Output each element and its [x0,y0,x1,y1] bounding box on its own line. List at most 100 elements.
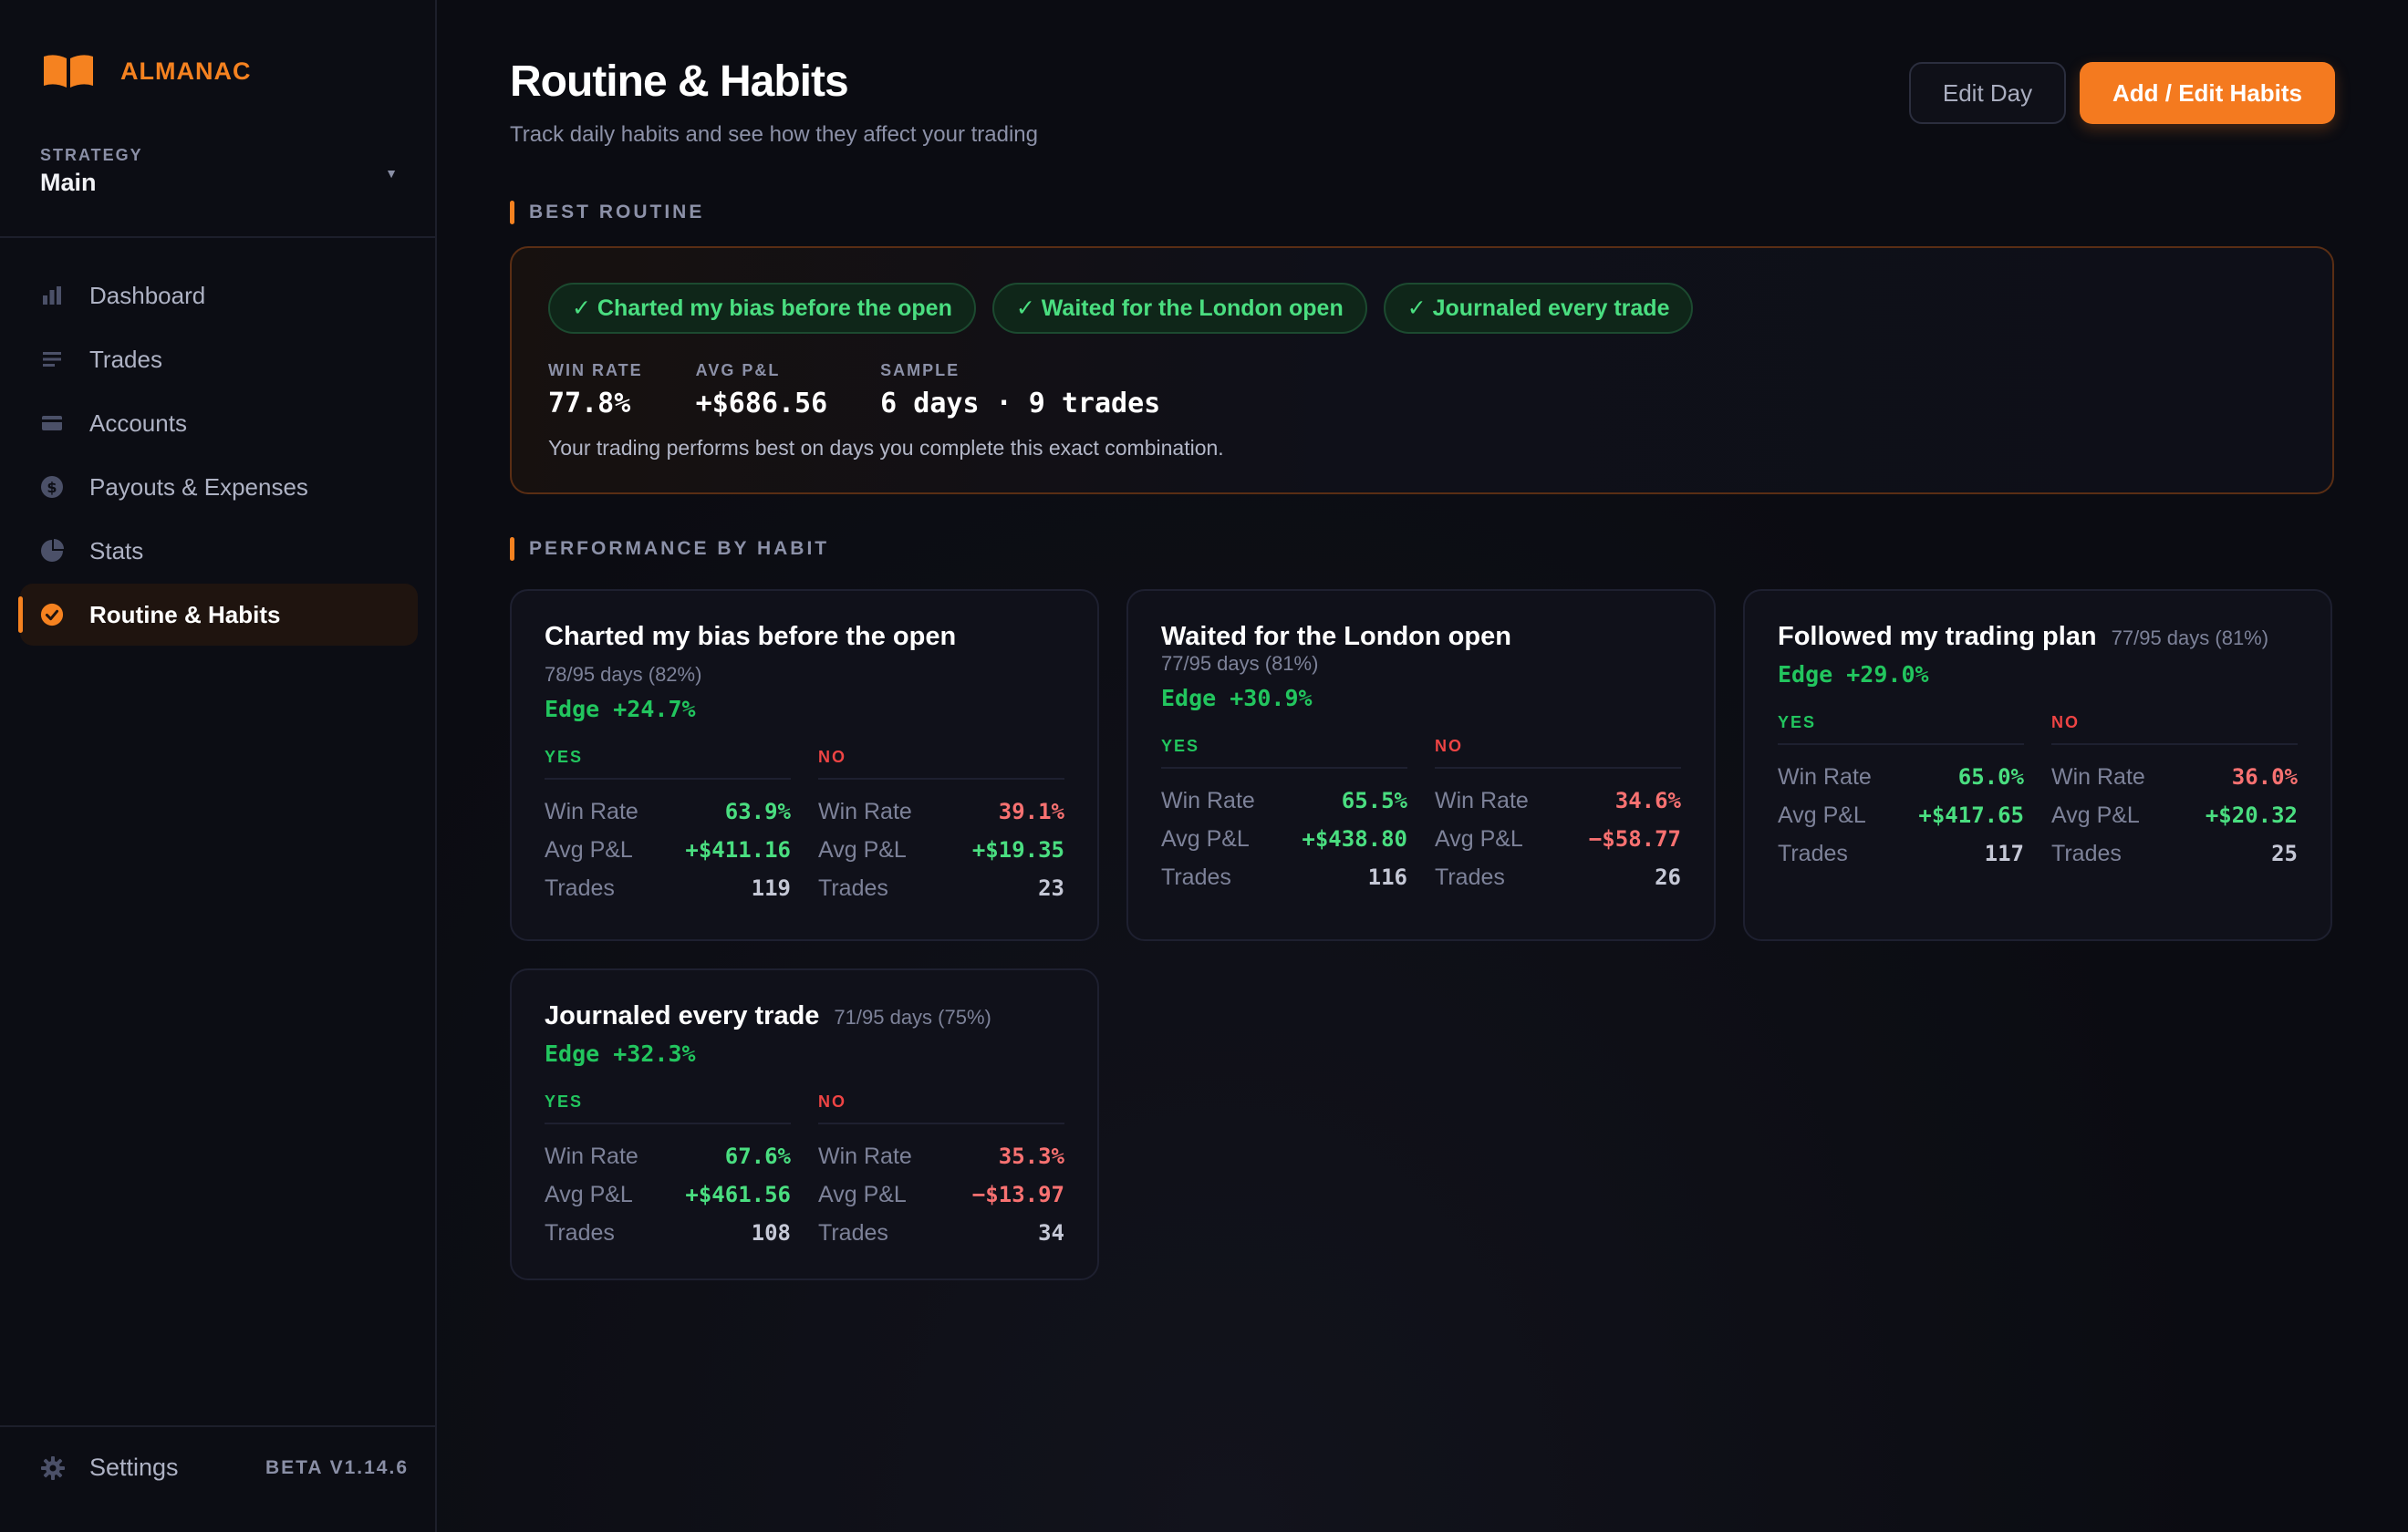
habit-columns: YES Win Rate 65.0% Avg P&L +$417.65 Trades… [1778,713,2298,873]
stat-name: Win Rate [1778,763,1872,790]
stat-value: 116 [1367,864,1407,890]
habit-days: 77/95 days (81%) [1161,652,1319,675]
bar-chart-icon [40,284,64,307]
best-routine-card: ✓ Charted my bias before the open ✓ Wait… [510,246,2334,494]
stat-row-win-rate: Win Rate 36.0% [2051,758,2298,796]
sidebar-item-trades[interactable]: Trades [20,328,418,390]
metric-value: +$686.56 [695,388,828,419]
routine-chip: ✓ Journaled every trade [1383,283,1694,334]
no-label: NO [818,748,1064,780]
sidebar-item-label: Routine & Habits [89,600,281,628]
stat-value: +$417.65 [1918,802,2024,828]
habit-title: Journaled every trade [545,1001,820,1030]
yes-label: YES [545,1092,791,1124]
habit-yes-column: YES Win Rate 65.5% Avg P&L +$438.80 Trades… [1161,737,1407,896]
metric-label: SAMPLE [880,361,960,379]
stat-value: 117 [1984,841,2024,866]
habit-title: Waited for the London open [1161,622,1511,651]
metric-win-rate: WIN RATE 77.8% [548,361,643,419]
stat-name: Trades [818,1219,888,1246]
svg-text:$: $ [47,479,57,496]
habit-card: Waited for the London open 77/95 days (8… [1126,589,1716,941]
stat-row-avg-pnl: Avg P&L +$20.32 [2051,796,2298,834]
settings-link[interactable]: Settings [40,1454,179,1482]
sidebar-item-payouts-expenses[interactable]: $ Payouts & Expenses [20,456,418,518]
habit-header: Charted my bias before the open 78/95 da… [545,622,1064,687]
stat-row-trades: Trades 116 [1161,858,1407,896]
stat-value: 65.0% [1957,764,2024,790]
stat-value: 67.6% [724,1144,791,1169]
stat-name: Win Rate [1161,787,1255,813]
yes-label: YES [1778,713,2024,745]
settings-label: Settings [89,1454,179,1481]
stat-value: 63.9% [724,799,791,824]
sidebar-item-dashboard[interactable]: Dashboard [20,264,418,326]
stat-name: Avg P&L [2051,802,2140,828]
version-label: BETA V1.14.6 [265,1456,409,1478]
stat-value: +$20.32 [2205,802,2298,828]
strategy-selector[interactable]: STRATEGY Main ▼ [40,146,398,197]
stat-value: +$461.56 [685,1182,791,1207]
metric-value: 6 days · 9 trades [880,388,1161,419]
stat-name: Trades [545,1219,615,1246]
stat-row-avg-pnl: Avg P&L −$13.97 [818,1175,1064,1214]
stat-value: 65.5% [1341,788,1407,813]
sidebar-item-accounts[interactable]: Accounts [20,392,418,454]
habit-yes-column: YES Win Rate 67.6% Avg P&L +$461.56 Trades… [545,1092,791,1252]
stat-name: Avg P&L [818,836,907,863]
check-circle-icon [40,603,64,626]
no-label: NO [2051,713,2298,745]
stat-row-trades: Trades 25 [2051,834,2298,873]
best-routine-note: Your trading performs best on days you c… [548,436,1224,460]
page-subtitle: Track daily habits and see how they affe… [510,122,1038,147]
habit-no-column: NO Win Rate 34.6% Avg P&L −$58.77 Trades 26 [1435,737,1681,896]
add-edit-habits-button[interactable]: Add / Edit Habits [2080,62,2335,124]
metric-sample: SAMPLE 6 days · 9 trades [880,361,1160,419]
stat-row-avg-pnl: Avg P&L +$19.35 [818,831,1064,869]
habit-yes-column: YES Win Rate 63.9% Avg P&L +$411.16 Trades… [545,748,791,907]
stat-row-avg-pnl: Avg P&L +$461.56 [545,1175,791,1214]
stat-value: 34.6% [1614,788,1681,813]
stat-row-win-rate: Win Rate 35.3% [818,1137,1064,1175]
stat-name: Avg P&L [1435,825,1523,852]
routine-chip: ✓ Charted my bias before the open [548,283,976,334]
stat-name: Trades [2051,840,2122,866]
sidebar-item-stats[interactable]: Stats [20,520,418,582]
stat-name: Win Rate [545,1143,638,1169]
stat-value: 39.1% [998,799,1064,824]
stat-name: Win Rate [545,798,638,824]
metric-label: AVG P&L [695,361,781,379]
habit-columns: YES Win Rate 67.6% Avg P&L +$461.56 Trades… [545,1092,1064,1252]
sidebar-footer: Settings BETA V1.14.6 [40,1454,409,1482]
stat-name: Avg P&L [1778,802,1866,828]
sidebar: ALMANAC STRATEGY Main ▼ Dashboard Trades [0,0,437,1532]
pie-chart-icon [40,539,64,563]
best-routine-metrics: WIN RATE 77.8% AVG P&L +$686.56 SAMPLE 6… [548,361,1160,419]
stat-row-trades: Trades 26 [1435,858,1681,896]
habit-days: 78/95 days (82%) [545,663,702,686]
dollar-coin-icon: $ [40,475,64,499]
stat-value: +$411.16 [685,837,791,863]
stat-row-win-rate: Win Rate 34.6% [1435,782,1681,820]
stat-name: Win Rate [818,798,912,824]
habit-card: Followed my trading plan 77/95 days (81%… [1743,589,2332,941]
stat-value: −$58.77 [1588,826,1681,852]
no-label: NO [1435,737,1681,769]
edit-day-button[interactable]: Edit Day [1909,62,2066,124]
strategy-value: Main [40,169,97,196]
app-root: ALMANAC STRATEGY Main ▼ Dashboard Trades [0,0,2408,1532]
stat-value: 23 [1038,875,1064,901]
habit-yes-column: YES Win Rate 65.0% Avg P&L +$417.65 Trades… [1778,713,2024,873]
stat-row-win-rate: Win Rate 65.5% [1161,782,1407,820]
stat-row-trades: Trades 119 [545,869,791,907]
stat-name: Avg P&L [545,836,633,863]
habit-title: Charted my bias before the open [545,622,957,651]
open-book-icon [44,55,93,88]
brand[interactable]: ALMANAC [42,53,251,89]
sidebar-item-label: Trades [89,345,162,373]
stat-value: 35.3% [998,1144,1064,1169]
performance-section-label: PERFORMANCE BY HABIT [510,537,829,561]
stat-name: Avg P&L [818,1181,907,1207]
sidebar-item-routine-habits[interactable]: Routine & Habits [18,584,418,646]
stat-value: −$13.97 [971,1182,1064,1207]
